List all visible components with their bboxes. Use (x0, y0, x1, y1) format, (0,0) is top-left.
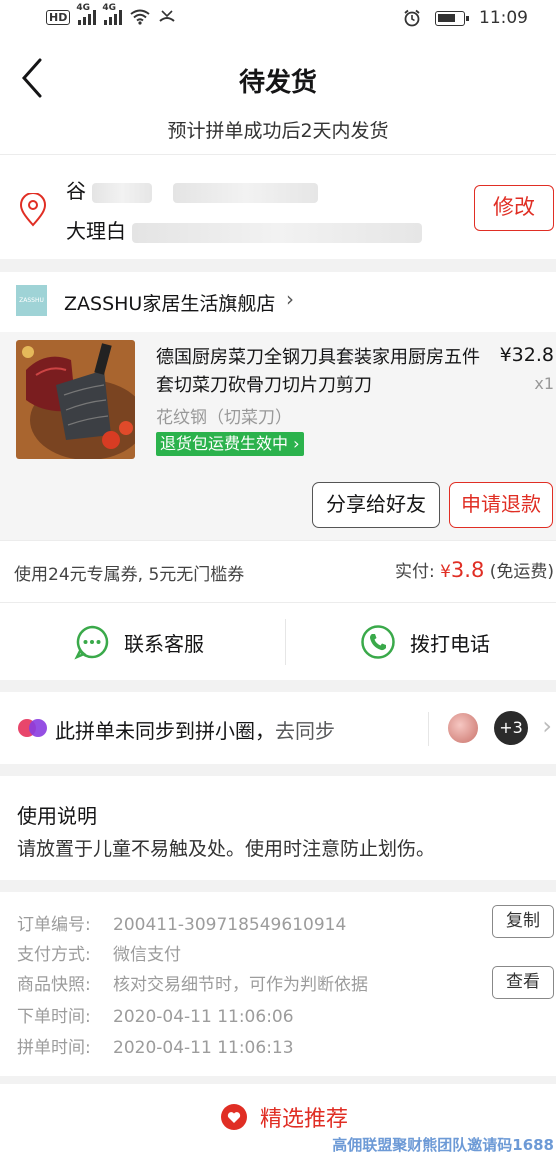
free-return-label: 退货包运费生效中 (160, 434, 289, 453)
product-thumbnail[interactable] (16, 340, 135, 459)
order-number: 200411-309718549610914 (113, 915, 347, 935)
edit-address-button[interactable]: 修改 (474, 185, 554, 231)
free-return-badge[interactable]: 退货包运费生效中 › (156, 432, 304, 456)
watermark-text: 高佣联盟聚财熊团队邀请码1688 (332, 1136, 554, 1154)
paid-amount: 实付: ¥3.8 (免运费) (395, 557, 554, 582)
sync-message: 此拼单未同步到拼小圈，去同步 (55, 715, 335, 744)
order-time-row: 下单时间: 2020-04-11 11:06:06 (17, 1002, 294, 1027)
copy-button[interactable]: 复制 (492, 905, 554, 938)
divider (285, 619, 286, 665)
usage-heading: 使用说明 (17, 804, 97, 828)
location-pin-icon (19, 193, 47, 227)
contact-service-button[interactable]: 联系客服 (74, 603, 204, 681)
call-phone-label: 拨打电话 (410, 631, 490, 656)
contact-service-label: 联系客服 (124, 631, 204, 656)
hd-icon: HD (46, 9, 71, 25)
recommend-label: 精选推荐 (260, 1107, 349, 1132)
product-item[interactable]: 德国厨房菜刀全钢刀具套装家用厨房五件套切菜刀砍骨刀切片刀剪刀 ¥32.8 x1 … (0, 332, 556, 540)
sync-circle-banner[interactable]: 此拼单未同步到拼小圈，去同步 +3 › (0, 692, 556, 764)
clock: 11:09 (479, 8, 528, 28)
recommend-title: 精选推荐 (220, 1101, 348, 1133)
info-key: 订单编号: (17, 915, 91, 935)
divider (428, 712, 429, 746)
recommend-section: 精选推荐 高佣联盟聚财熊团队邀请码1688 (0, 1084, 556, 1155)
redacted-text (172, 182, 318, 203)
store-logo: ZASSHU (16, 285, 47, 316)
signal-icon: 4G (76, 3, 97, 25)
paid-value: 3.8 (450, 558, 485, 582)
wifi-icon (130, 9, 150, 25)
order-time: 2020-04-11 11:06:06 (113, 1007, 294, 1027)
contact-bar: 联系客服 拨打电话 (0, 602, 556, 680)
product-price: ¥32.8 (499, 344, 554, 366)
address-line: 大理白 (66, 215, 423, 244)
redacted-text (92, 182, 153, 203)
snapshot-row: 商品快照: 核对交易细节时，可作为判断依据 (17, 970, 368, 995)
store-row[interactable]: ZASSHU ZASSHU家居生活旗舰店 › (0, 272, 556, 332)
payment-method: 微信支付 (113, 945, 181, 965)
page-title: 待发货 (238, 68, 317, 98)
chat-bubble-icon (74, 625, 109, 660)
currency-symbol: ¥ (440, 562, 451, 582)
info-key: 支付方式: (17, 945, 91, 965)
order-number-row: 订单编号: 200411-309718549610914 (17, 910, 346, 935)
sync-text: 此拼单未同步到拼小圈， (55, 719, 275, 743)
page-header: 待发货 预计拼单成功后2天内发货 (0, 38, 556, 155)
order-card: ZASSHU ZASSHU家居生活旗舰店 › 德国厨房菜刀全钢刀具套装家用厨房五… (0, 272, 556, 602)
group-time: 2020-04-11 11:06:13 (113, 1038, 294, 1058)
network-type-label-2: 4G (102, 3, 116, 13)
recipient-name-visible: 谷 (66, 179, 86, 203)
recipient-name: 谷 (66, 175, 318, 204)
redacted-text (132, 222, 423, 243)
paid-label: 实付: (394, 562, 435, 582)
chevron-right-icon: › (542, 712, 552, 740)
usage-instructions: 使用说明 请放置于儿童不易触及处。使用时注意防止划伤。 (0, 776, 556, 880)
alarm-icon (404, 9, 420, 27)
snapshot-note: 核对交易细节时，可作为判断依据 (113, 975, 368, 995)
usage-text: 请放置于儿童不易触及处。使用时注意防止划伤。 (17, 838, 436, 860)
store-name[interactable]: ZASSHU家居生活旗舰店 (64, 289, 275, 316)
sync-link[interactable]: 去同步 (275, 719, 335, 743)
address-visible: 大理白 (66, 219, 126, 243)
phone-icon (361, 625, 395, 659)
product-quantity: x1 (534, 374, 554, 393)
info-key: 拼单时间: (17, 1038, 91, 1058)
pinxiaoquan-logo-icon (18, 719, 47, 737)
product-spec: 花纹钢（切菜刀） (156, 408, 292, 428)
chevron-right-icon: › (286, 287, 294, 311)
share-button[interactable]: 分享给好友 (312, 482, 440, 528)
status-bar: HD 4G 4G 11:09 (0, 0, 556, 38)
payment-summary: 使用24元专属券, 5元无门槛券 实付: ¥3.8 (免运费) (0, 540, 556, 602)
payment-method-row: 支付方式: 微信支付 (17, 940, 181, 965)
shipping-note: (免运费) (489, 562, 554, 582)
heart-icon (221, 1104, 247, 1130)
battery-icon (435, 10, 469, 26)
avatar (446, 711, 480, 745)
signal-icon-2: 4G (102, 3, 123, 25)
call-phone-button[interactable]: 拨打电话 (360, 603, 490, 681)
info-key: 下单时间: (17, 1007, 91, 1027)
more-members-badge: +3 (494, 711, 528, 745)
order-info: 订单编号: 200411-309718549610914 支付方式: 微信支付 商品… (0, 892, 556, 1076)
group-time-row: 拼单时间: 2020-04-11 11:06:13 (17, 1033, 294, 1058)
info-key: 商品快照: (17, 975, 91, 995)
shipping-address: 谷 大理白 修改 (0, 155, 556, 259)
coupon-info: 使用24元专属券, 5元无门槛券 (14, 565, 245, 585)
product-title: 德国厨房菜刀全钢刀具套装家用厨房五件套切菜刀砍骨刀切片刀剪刀 (156, 347, 480, 396)
network-type-label: 4G (76, 3, 90, 13)
chevron-right-icon: › (293, 434, 300, 453)
missed-call-icon (159, 10, 175, 22)
shipping-estimate: 预计拼单成功后2天内发货 (167, 120, 389, 142)
refund-button[interactable]: 申请退款 (449, 482, 553, 528)
view-snapshot-button[interactable]: 查看 (492, 966, 554, 999)
